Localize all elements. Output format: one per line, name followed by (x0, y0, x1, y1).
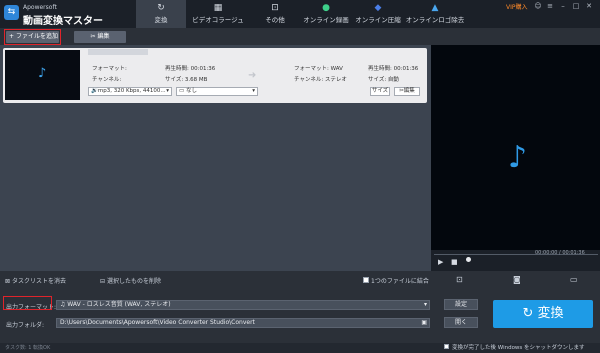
output-format-value: WAV - ロスレス音質 (WAV, ステレオ) (67, 301, 171, 308)
tab-label: オンラインロゴ除去 (405, 16, 465, 24)
delete-selected-label: 選択したものを削除 (106, 278, 161, 285)
arrow-right-icon: ➜ (248, 70, 257, 81)
settings-button[interactable]: 設定 (444, 299, 478, 310)
collage-icon: ▦ (213, 3, 223, 13)
output-format-select[interactable]: ♫ WAV - ロスレス音質 (WAV, ステレオ) ▾ (56, 300, 430, 310)
size-button[interactable]: サイズ (370, 87, 390, 96)
folder-icon[interactable]: ▭ (570, 275, 578, 284)
tab-label: オンライン録画 (303, 16, 349, 24)
record-icon: ● (322, 3, 330, 13)
clear-task-list-button[interactable]: ⊠ タスクリストを消去 (5, 276, 66, 285)
subtitle-select[interactable]: ▭ なし ▾ (176, 87, 258, 96)
output-folder-value: D:\Users\Documents\Apowersoft\Video Conv… (60, 319, 255, 326)
shutdown-checkbox[interactable] (444, 344, 449, 349)
source-format-label: フォーマット: (92, 66, 127, 72)
speaker-icon: 🔊 (91, 88, 98, 94)
menu-icon[interactable]: ≡ (545, 1, 555, 11)
source-size: サイズ: 3.68 MB (165, 77, 208, 83)
logo-remove-icon: ▲ (431, 3, 439, 13)
open-folder-button[interactable]: 開く (444, 317, 478, 328)
source-duration: 再生時間: 00:01:36 (165, 66, 216, 72)
vip-purchase-link[interactable]: VIP購入 (506, 2, 528, 11)
app-window: ⇆ Apowersoft 動画変換マスター ↻ 変換 ▦ ビデオコラージュ ⊡ … (0, 0, 600, 353)
tab-label: 変換 (154, 16, 168, 24)
audio-track-value: mp3, 320 Kbps, 44100... (97, 88, 166, 94)
app-title: 動画変換マスター (23, 16, 103, 27)
tab-label: ビデオコラージュ (192, 16, 244, 24)
toolbar-edit-button[interactable]: ✂ 編集 (74, 31, 126, 43)
player-time: 00:00:00 / 00:01:36 (535, 250, 585, 256)
browse-folder-icon[interactable]: ▣ (421, 319, 427, 327)
status-text: タスク数: 1 転換OK (5, 345, 51, 351)
highlight-output-format (3, 296, 52, 310)
stop-icon[interactable]: ■ (451, 258, 458, 266)
output-duration: 再生時間: 00:01:36 (368, 66, 419, 72)
app-logo-icon: ⇆ (4, 5, 19, 20)
tab-label: オンライン圧縮 (355, 16, 401, 24)
output-format-text: フォーマット: WAV (294, 66, 343, 72)
source-channel-label: チャンネル: (92, 77, 122, 83)
item-edit-label: 編集 (403, 88, 415, 94)
output-size: サイズ: 自動 (368, 77, 399, 83)
tab-convert[interactable]: ↻ 変換 (136, 0, 186, 28)
tab-online-record[interactable]: ● オンライン録画 (300, 0, 352, 28)
shutdown-label: 変換が完了した後 Windows をシャットダウンします (452, 345, 585, 351)
merge-label: 1つのファイルに結合 (371, 278, 429, 285)
minimize-icon[interactable]: – (558, 1, 568, 11)
subtitle-icon: ▭ (179, 88, 186, 94)
brand-name: Apowersoft (23, 4, 57, 11)
tab-other[interactable]: ⊡ その他 (252, 0, 298, 28)
output-channel-text: チャンネル: ステレオ (294, 77, 347, 83)
tab-video-collage[interactable]: ▦ ビデオコラージュ (188, 0, 248, 28)
clear-icon: ⊠ (5, 278, 12, 285)
item-edit-button[interactable]: ✂編集 (394, 87, 420, 96)
output-folder-field[interactable]: D:\Users\Documents\Apowersoft\Video Conv… (56, 318, 430, 328)
edit-label: 編集 (97, 33, 110, 40)
file-name-placeholder (88, 49, 148, 55)
maximize-icon[interactable]: □ (571, 1, 581, 11)
tab-online-logo-remove[interactable]: ▲ オンラインロゴ除去 (404, 0, 466, 28)
convert-button[interactable]: ↻ 変換 (493, 300, 593, 328)
delete-selected-button[interactable]: ⊟ 選択したものを削除 (100, 276, 161, 285)
refresh-icon: ↻ (157, 3, 165, 13)
play-icon[interactable]: ▶ (438, 258, 443, 266)
music-note-icon: ♪ (508, 140, 528, 175)
compress-icon: ◆ (374, 3, 382, 13)
delete-icon: ⊟ (100, 278, 107, 285)
user-icon[interactable]: ☺ (533, 1, 543, 11)
crop-icon[interactable]: ⊡ (456, 275, 463, 284)
refresh-icon: ↻ (522, 306, 538, 321)
merge-checkbox[interactable] (363, 277, 369, 283)
camera-icon[interactable]: ◙ (513, 275, 521, 284)
chevron-down-icon: ▾ (166, 88, 169, 94)
close-icon[interactable]: ✕ (584, 1, 594, 11)
toolbox-icon: ⊡ (271, 3, 279, 13)
music-note-icon: ♪ (38, 66, 47, 81)
chevron-down-icon: ▾ (252, 88, 255, 94)
clear-tasks-label: タスクリストを消去 (11, 278, 66, 285)
highlight-add-file (4, 29, 61, 45)
audio-track-select[interactable]: 🔊mp3, 320 Kbps, 44100... ▾ (88, 87, 172, 96)
tab-online-compress[interactable]: ◆ オンライン圧縮 (352, 0, 404, 28)
output-folder-label: 出力フォルダ: (6, 322, 45, 329)
tab-label: その他 (265, 16, 285, 24)
subtitle-value: なし (185, 88, 197, 94)
chevron-down-icon: ▾ (423, 301, 427, 308)
volume-handle[interactable] (466, 257, 471, 262)
convert-label: 変換 (537, 306, 564, 321)
